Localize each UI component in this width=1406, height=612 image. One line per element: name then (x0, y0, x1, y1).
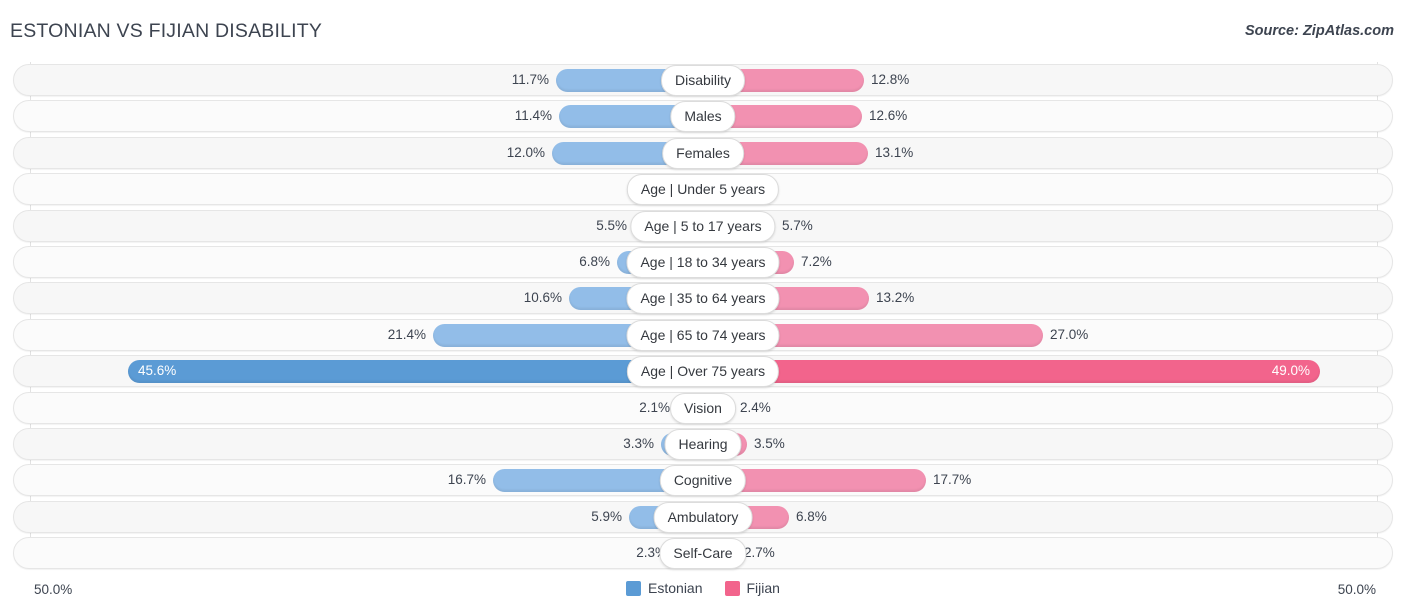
chart-footer: 50.0% 50.0% Estonian Fijian (0, 580, 1406, 604)
category-label[interactable]: Age | 65 to 74 years (626, 319, 780, 351)
bar-value-estonian: 5.9% (591, 508, 622, 524)
legend-label: Estonian (648, 580, 703, 596)
bar-value-fijian: 2.7% (744, 545, 775, 561)
category-label[interactable]: Age | Under 5 years (626, 174, 780, 206)
bar-value-estonian: 3.3% (623, 435, 654, 451)
category-label[interactable]: Vision (670, 392, 736, 424)
bar-value-estonian: 5.5% (596, 217, 627, 233)
legend-swatch-icon (724, 580, 740, 596)
table-row[interactable]: 2.1% 2.4% Vision (0, 390, 1406, 426)
category-label[interactable]: Age | 35 to 64 years (626, 283, 780, 315)
chart-plot-area: 11.7% 12.8% Disability 11.4% 12.6% Males 12.0%… (0, 62, 1406, 572)
table-row[interactable]: 11.7% 12.8% Disability (0, 62, 1406, 98)
category-label[interactable]: Self-Care (659, 538, 747, 570)
table-row[interactable]: 1.5%1.2%Age | Under 5 years (0, 171, 1406, 207)
bar-value-fijian: 7.2% (801, 253, 832, 269)
table-row[interactable]: 11.4% 12.6% Males (0, 98, 1406, 134)
bar-value-estonian: 12.0% (506, 144, 545, 160)
category-label[interactable]: Age | 18 to 34 years (626, 246, 780, 278)
source-attribution: Source: ZipAtlas.com (1244, 23, 1394, 39)
legend-swatch-icon (626, 580, 642, 596)
bar-value-fijian: 13.2% (876, 290, 915, 306)
bar-value-estonian: 45.6% (138, 363, 177, 379)
bar-value-fijian: 5.7% (782, 217, 813, 233)
table-row[interactable]: 16.7% 17.7% Cognitive (0, 462, 1406, 498)
category-label[interactable]: Females (662, 137, 744, 169)
table-row[interactable]: 12.0% 13.1% Females (0, 135, 1406, 171)
bar-value-fijian: 12.6% (869, 108, 908, 124)
bar-value-fijian: 13.1% (875, 144, 914, 160)
table-row[interactable]: 6.8% 7.2% Age | 18 to 34 years (0, 244, 1406, 280)
bar-value-estonian: 10.6% (523, 290, 562, 306)
table-row[interactable]: 5.9% 6.8% Ambulatory (0, 499, 1406, 535)
bar-fijian[interactable] (703, 360, 1320, 384)
bar-value-estonian: 16.7% (447, 472, 486, 488)
bar-value-estonian: 2.1% (639, 399, 670, 415)
table-row[interactable]: 5.5% 5.7% Age | 5 to 17 years (0, 208, 1406, 244)
bar-value-fijian: 12.8% (871, 72, 910, 87)
chart-rows: 11.7% 12.8% Disability 11.4% 12.6% Males 12.0%… (0, 62, 1406, 571)
category-label[interactable]: Cognitive (659, 465, 747, 497)
category-label[interactable]: Hearing (664, 428, 742, 460)
bar-value-estonian: 11.7% (511, 72, 549, 87)
bar-value-estonian: 6.8% (579, 253, 610, 269)
bar-estonian[interactable] (128, 360, 703, 384)
legend-item-estonian[interactable]: Estonian (626, 580, 703, 596)
bar-value-estonian: 11.4% (514, 108, 552, 124)
legend-item-fijian[interactable]: Fijian (724, 580, 780, 596)
category-label[interactable]: Age | Over 75 years (626, 356, 780, 388)
legend-label: Fijian (746, 580, 780, 596)
category-label[interactable]: Age | 5 to 17 years (630, 210, 776, 242)
table-row[interactable]: 3.3% 3.5% Hearing (0, 426, 1406, 462)
table-row[interactable]: 2.3% 2.7% Self-Care (0, 535, 1406, 571)
bar-value-fijian: 49.0% (1271, 363, 1310, 379)
category-label[interactable]: Ambulatory (653, 501, 753, 533)
chart-header: ESTONIAN VS FIJIAN DISABILITY Source: Zi… (0, 0, 1406, 62)
bar-value-estonian: 21.4% (387, 326, 426, 342)
bar-value-fijian: 6.8% (796, 508, 827, 524)
chart-legend: Estonian Fijian (0, 580, 1406, 596)
bar-value-fijian: 17.7% (933, 472, 972, 488)
bar-value-fijian: 2.4% (740, 399, 771, 415)
table-row[interactable]: 10.6% 13.2% Age | 35 to 64 years (0, 280, 1406, 316)
page-title: ESTONIAN VS FIJIAN DISABILITY (10, 20, 323, 42)
table-row[interactable]: 45.6% 49.0% Age | Over 75 years (0, 353, 1406, 389)
table-row[interactable]: 21.4% 27.0% Age | 65 to 74 years (0, 317, 1406, 353)
bar-value-fijian: 3.5% (754, 435, 785, 451)
category-label[interactable]: Males (670, 101, 736, 133)
bar-value-fijian: 27.0% (1050, 326, 1089, 342)
category-label[interactable]: Disability (660, 65, 746, 96)
